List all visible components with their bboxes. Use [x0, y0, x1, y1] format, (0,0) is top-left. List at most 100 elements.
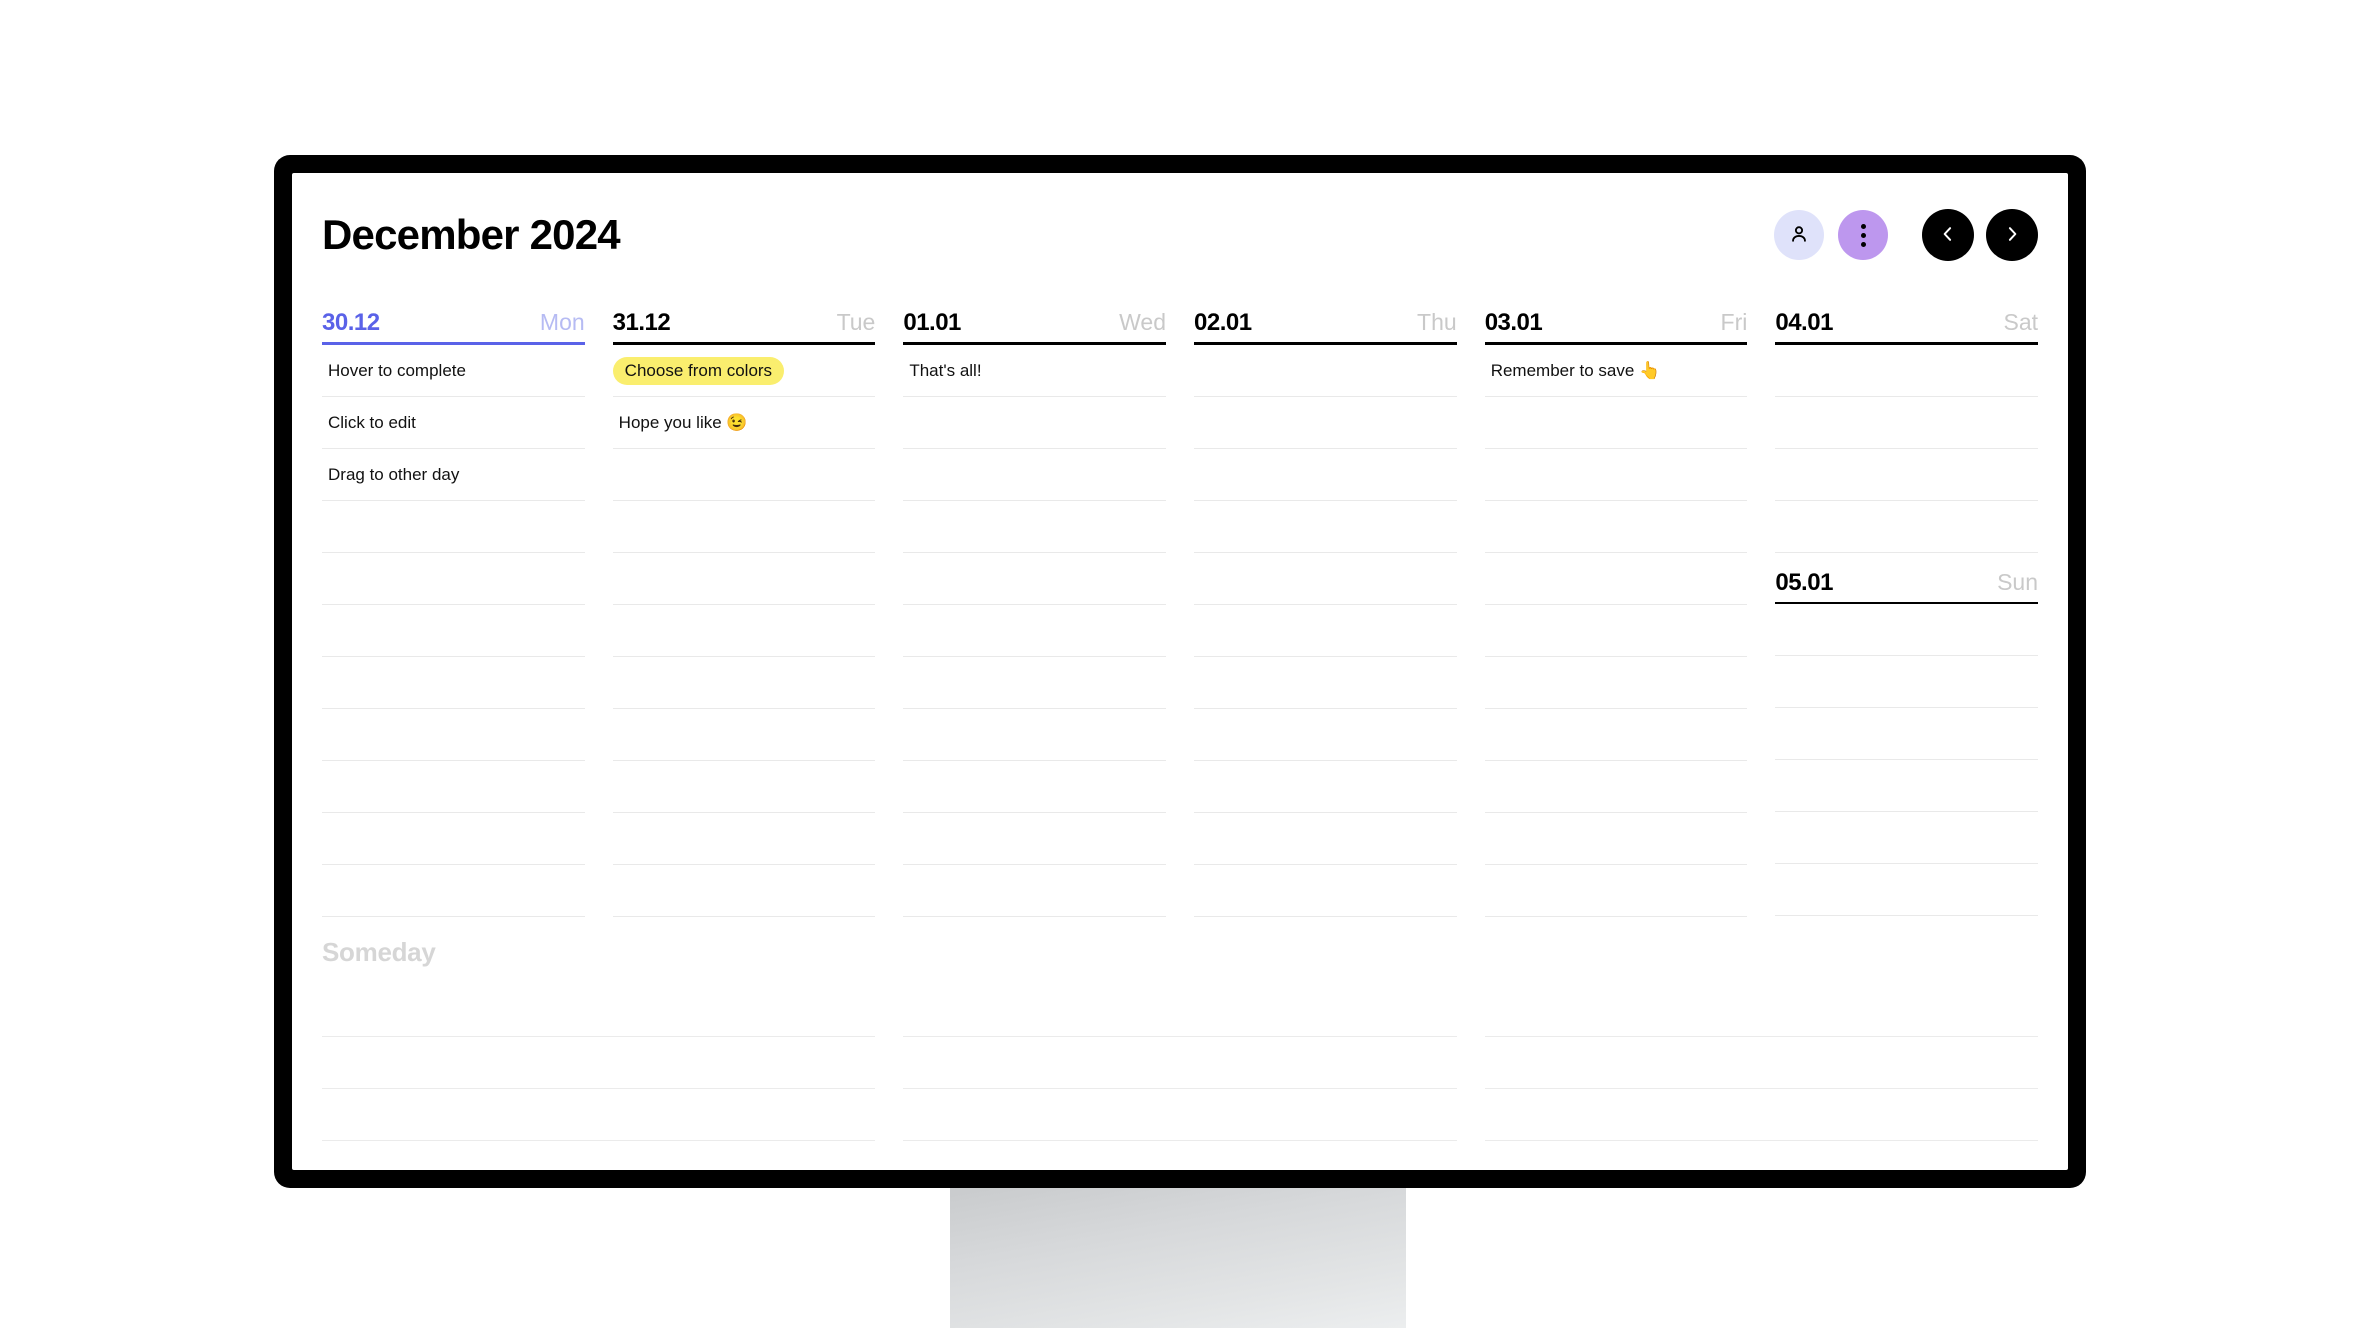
task-text[interactable]: Choose from colors [612, 356, 785, 386]
empty-task-row[interactable] [612, 709, 876, 761]
empty-task-row[interactable] [612, 449, 876, 501]
empty-task-row[interactable] [612, 605, 876, 657]
header-actions [1774, 209, 2038, 261]
someday-row[interactable] [322, 985, 876, 1037]
profile-button[interactable] [1774, 210, 1824, 260]
empty-task-row[interactable] [1194, 813, 1457, 865]
someday-column: Someday [322, 939, 876, 1141]
day-header-sat[interactable]: 04.01 Sat [1775, 311, 2038, 342]
empty-task-row[interactable] [322, 553, 585, 605]
empty-task-row[interactable] [1775, 760, 2039, 812]
empty-task-row[interactable] [1775, 864, 2039, 916]
task-row[interactable]: Hope you like 😉 [612, 397, 876, 449]
task-row[interactable]: That's all! [903, 345, 1167, 397]
empty-task-row[interactable] [1194, 397, 1457, 449]
empty-task-row[interactable] [1775, 345, 2039, 397]
day-column-tue: 31.12 Tue Choose from colors Hope you like … [612, 311, 876, 917]
empty-task-row[interactable] [1775, 501, 2039, 553]
empty-task-row[interactable] [322, 865, 585, 917]
empty-task-row[interactable] [1484, 657, 1748, 709]
empty-task-row[interactable] [612, 501, 876, 553]
empty-task-row[interactable] [903, 605, 1167, 657]
task-row[interactable]: Remember to save 👆 [1484, 345, 1748, 397]
task-text[interactable]: Drag to other day [322, 462, 465, 488]
task-text[interactable]: Remember to save 👆 [1485, 358, 1667, 384]
empty-task-row[interactable] [903, 397, 1167, 449]
task-row[interactable]: Hover to complete [322, 345, 585, 397]
empty-task-row[interactable] [1484, 865, 1748, 917]
task-row[interactable]: Choose from colors [612, 345, 876, 397]
day-header-sun[interactable]: 05.01 Sun [1775, 570, 2038, 602]
empty-task-row[interactable] [1484, 709, 1748, 761]
empty-task-row[interactable] [322, 657, 585, 709]
empty-task-row[interactable] [322, 501, 585, 553]
empty-task-row[interactable] [903, 553, 1167, 605]
day-column-thu: 02.01 Thu [1194, 311, 1457, 917]
empty-task-row[interactable] [1194, 501, 1457, 553]
someday-section: Someday [322, 939, 2038, 1141]
day-header-mon[interactable]: 30.12 Mon [322, 311, 585, 342]
prev-week-button[interactable] [1922, 209, 1974, 261]
day-column-mon: 30.12 Mon Hover to complete Click to edit Dr… [322, 311, 585, 917]
empty-task-row[interactable] [1194, 605, 1457, 657]
task-row[interactable]: Drag to other day [322, 449, 585, 501]
empty-task-row[interactable] [903, 449, 1167, 501]
empty-task-row[interactable] [322, 709, 585, 761]
empty-task-row[interactable] [903, 865, 1167, 917]
someday-row[interactable] [1484, 985, 2038, 1037]
day-header-wed[interactable]: 01.01 Wed [903, 311, 1166, 342]
empty-task-row[interactable] [1194, 761, 1457, 813]
task-row[interactable]: Click to edit [322, 397, 585, 449]
someday-row[interactable] [903, 1037, 1457, 1089]
empty-task-row[interactable] [1484, 813, 1748, 865]
empty-task-row[interactable] [903, 761, 1167, 813]
empty-task-row[interactable] [612, 865, 876, 917]
empty-task-row[interactable] [612, 657, 876, 709]
someday-row[interactable] [903, 985, 1457, 1037]
empty-task-row[interactable] [1194, 553, 1457, 605]
empty-task-row[interactable] [1194, 657, 1457, 709]
day-header-thu[interactable]: 02.01 Thu [1194, 311, 1457, 342]
day-weekday: Sat [2003, 309, 2039, 335]
empty-task-row[interactable] [1775, 708, 2039, 760]
empty-task-row[interactable] [1775, 449, 2039, 501]
empty-task-row[interactable] [903, 657, 1167, 709]
empty-task-row[interactable] [903, 709, 1167, 761]
task-slots [1775, 604, 2039, 916]
task-text[interactable]: Hope you like 😉 [613, 410, 754, 436]
task-text[interactable]: That's all! [903, 358, 987, 384]
empty-task-row[interactable] [322, 761, 585, 813]
empty-task-row[interactable] [1194, 709, 1457, 761]
someday-row[interactable] [903, 1089, 1457, 1141]
empty-task-row[interactable] [612, 553, 876, 605]
empty-task-row[interactable] [903, 501, 1167, 553]
someday-row[interactable] [322, 1037, 876, 1089]
empty-task-row[interactable] [322, 605, 585, 657]
someday-row[interactable] [1484, 1089, 2038, 1141]
empty-task-row[interactable] [903, 813, 1167, 865]
empty-task-row[interactable] [1775, 812, 2039, 864]
empty-task-row[interactable] [1775, 604, 2039, 656]
day-header-fri[interactable]: 03.01 Fri [1485, 311, 1748, 342]
empty-task-row[interactable] [1484, 761, 1748, 813]
empty-task-row[interactable] [1484, 501, 1748, 553]
more-options-button[interactable] [1838, 210, 1888, 260]
empty-task-row[interactable] [322, 813, 585, 865]
empty-task-row[interactable] [1775, 656, 2039, 708]
empty-task-row[interactable] [1484, 449, 1748, 501]
task-text[interactable]: Click to edit [322, 410, 422, 436]
empty-task-row[interactable] [1484, 553, 1748, 605]
empty-task-row[interactable] [1484, 397, 1748, 449]
empty-task-row[interactable] [1775, 397, 2039, 449]
empty-task-row[interactable] [612, 813, 876, 865]
empty-task-row[interactable] [1194, 865, 1457, 917]
next-week-button[interactable] [1986, 209, 2038, 261]
empty-task-row[interactable] [1484, 605, 1748, 657]
day-header-tue[interactable]: 31.12 Tue [613, 311, 876, 342]
task-text[interactable]: Hover to complete [322, 358, 472, 384]
empty-task-row[interactable] [612, 761, 876, 813]
empty-task-row[interactable] [1194, 345, 1457, 397]
someday-row[interactable] [1484, 1037, 2038, 1089]
empty-task-row[interactable] [1194, 449, 1457, 501]
someday-row[interactable] [322, 1089, 876, 1141]
